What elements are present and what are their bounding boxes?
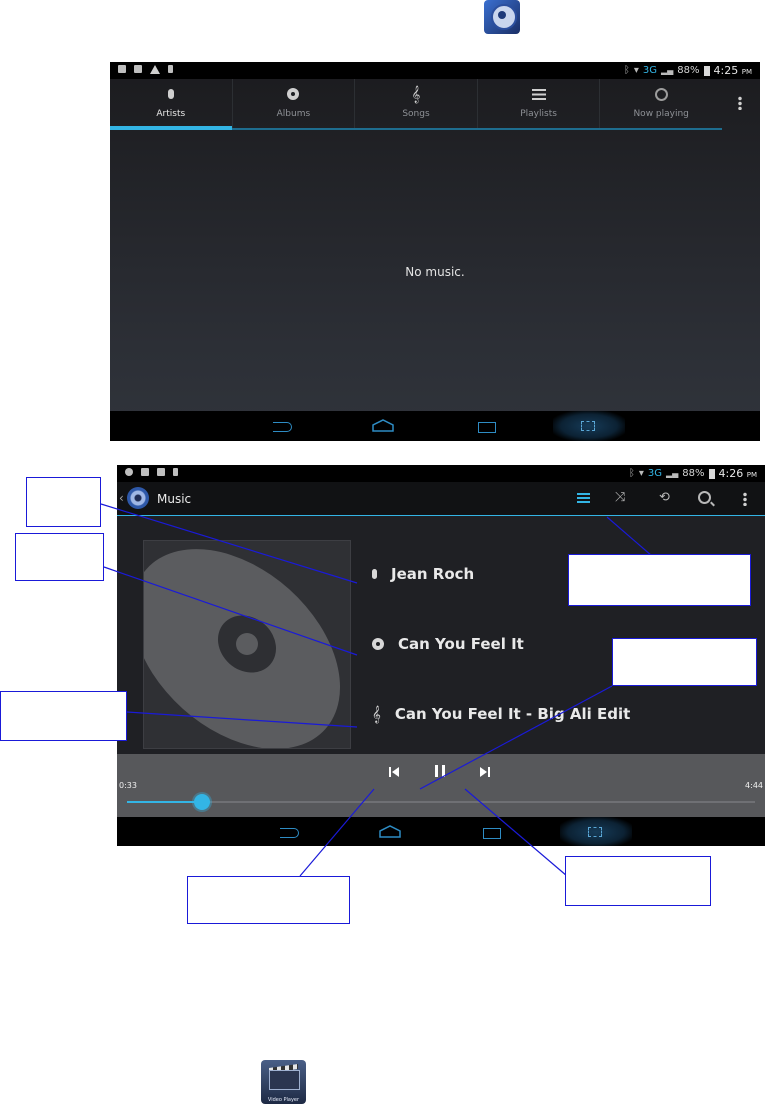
leader-album bbox=[103, 566, 358, 656]
app-icon-label: Video Player bbox=[267, 1097, 300, 1103]
callout-box-artist bbox=[26, 477, 101, 527]
callout-box-song bbox=[0, 691, 127, 741]
callout-box-next bbox=[565, 856, 711, 906]
leader-pause bbox=[419, 685, 613, 790]
callout-box-previous bbox=[187, 876, 350, 924]
callout-box-pause bbox=[612, 638, 757, 686]
annotation-leader-lines bbox=[100, 503, 653, 877]
leader-previous bbox=[299, 788, 375, 877]
video-player-app-icon[interactable]: Video Player bbox=[261, 1060, 306, 1104]
callout-box-album bbox=[15, 533, 104, 581]
leader-list bbox=[606, 516, 653, 557]
callout-box-list bbox=[568, 554, 751, 606]
leader-next bbox=[464, 788, 568, 877]
leader-artist bbox=[100, 503, 358, 584]
leader-song bbox=[126, 711, 358, 728]
